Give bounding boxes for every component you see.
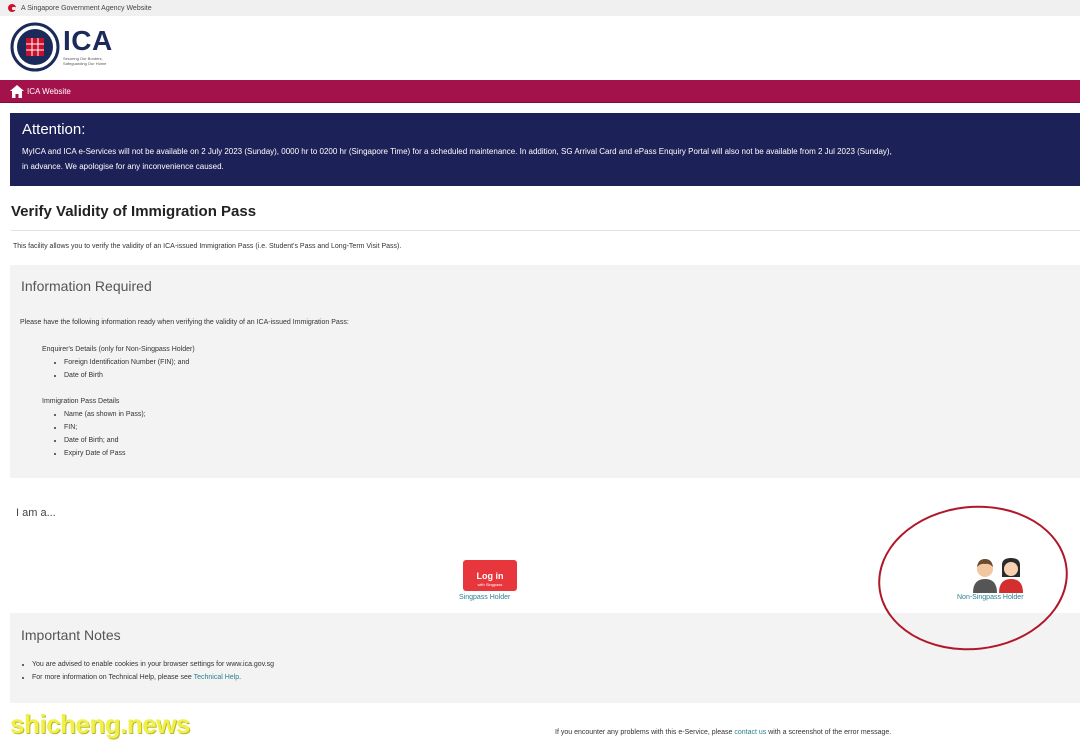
gov-masthead-text: A Singapore Government Agency Website xyxy=(21,4,152,12)
note-text: . xyxy=(239,674,242,681)
alert-title: Attention: xyxy=(22,121,86,138)
singpass-login-button[interactable]: Log in with Singpass xyxy=(463,560,517,591)
holder-type-prompt: I am a... xyxy=(16,507,56,519)
logo-tagline: Securing Our Borders, Safeguarding Our H… xyxy=(63,56,107,66)
information-required-panel: Information Required Please have the fol… xyxy=(10,265,1080,478)
gov-masthead: A Singapore Government Agency Website xyxy=(0,0,1080,16)
page-intro: This facility allows you to verify the v… xyxy=(13,243,402,250)
pass-details-group: Immigration Pass Details Name (as shown … xyxy=(42,395,146,460)
list-item: Foreign Identification Number (FIN); and xyxy=(64,356,195,369)
note-text: For more information on Technical Help, … xyxy=(32,674,194,681)
important-notes-title: Important Notes xyxy=(21,627,121,643)
list-item: You are advised to enable cookies in you… xyxy=(32,658,274,671)
site-header: ICA Securing Our Borders, Safeguarding O… xyxy=(0,16,1080,80)
login-button-sublabel: with Singpass xyxy=(477,581,503,587)
home-icon[interactable] xyxy=(10,84,24,98)
notes-list: You are advised to enable cookies in you… xyxy=(32,658,274,684)
enquirer-details-heading: Enquirer's Details (only for Non-Singpas… xyxy=(42,346,195,353)
ica-website-link[interactable]: ICA Website xyxy=(27,87,71,96)
list-item: Date of Birth; and xyxy=(64,434,146,447)
list-item: Date of Birth xyxy=(64,369,195,382)
alert-line-1: MyICA and ICA e-Services will not be ava… xyxy=(22,147,892,156)
main-nav-bar: ICA Website xyxy=(0,80,1080,103)
enquirer-details-group: Enquirer's Details (only for Non-Singpas… xyxy=(42,343,195,382)
logo-wordmark: ICA xyxy=(63,25,113,56)
maintenance-alert: Attention: MyICA and ICA e-Services will… xyxy=(10,113,1080,186)
support-message: If you encounter any problems with this … xyxy=(555,729,891,736)
ica-logo[interactable]: ICA Securing Our Borders, Safeguarding O… xyxy=(10,22,123,72)
information-required-title: Information Required xyxy=(21,278,152,294)
people-icon[interactable] xyxy=(971,555,1027,593)
contact-us-link[interactable]: contact us xyxy=(734,729,766,736)
list-item: Expiry Date of Pass xyxy=(64,447,146,460)
alert-line-2: in advance. We apologise for any inconve… xyxy=(22,162,224,171)
list-item: FIN; xyxy=(64,421,146,434)
pass-details-heading: Immigration Pass Details xyxy=(42,398,120,405)
page-title: Verify Validity of Immigration Pass xyxy=(11,203,257,220)
login-button-label: Log in xyxy=(476,570,504,581)
site-watermark: shicheng.news xyxy=(10,709,190,739)
lion-head-icon xyxy=(8,4,17,12)
singpass-holder-link[interactable]: Singpass Holder xyxy=(459,594,510,601)
important-notes-panel: Important Notes You are advised to enabl… xyxy=(10,613,1080,703)
non-singpass-holder-link[interactable]: Non-Singpass Holder xyxy=(957,594,1024,601)
support-message-text: If you encounter any problems with this … xyxy=(555,729,735,736)
support-message-text: with a screenshot of the error message. xyxy=(766,729,892,736)
ica-crest-icon xyxy=(10,22,60,72)
technical-help-link[interactable]: Technical Help xyxy=(194,674,240,681)
title-divider xyxy=(11,230,1080,231)
information-lead: Please have the following information re… xyxy=(20,319,349,326)
list-item: For more information on Technical Help, … xyxy=(32,671,274,684)
list-item: Name (as shown in Pass); xyxy=(64,408,146,421)
